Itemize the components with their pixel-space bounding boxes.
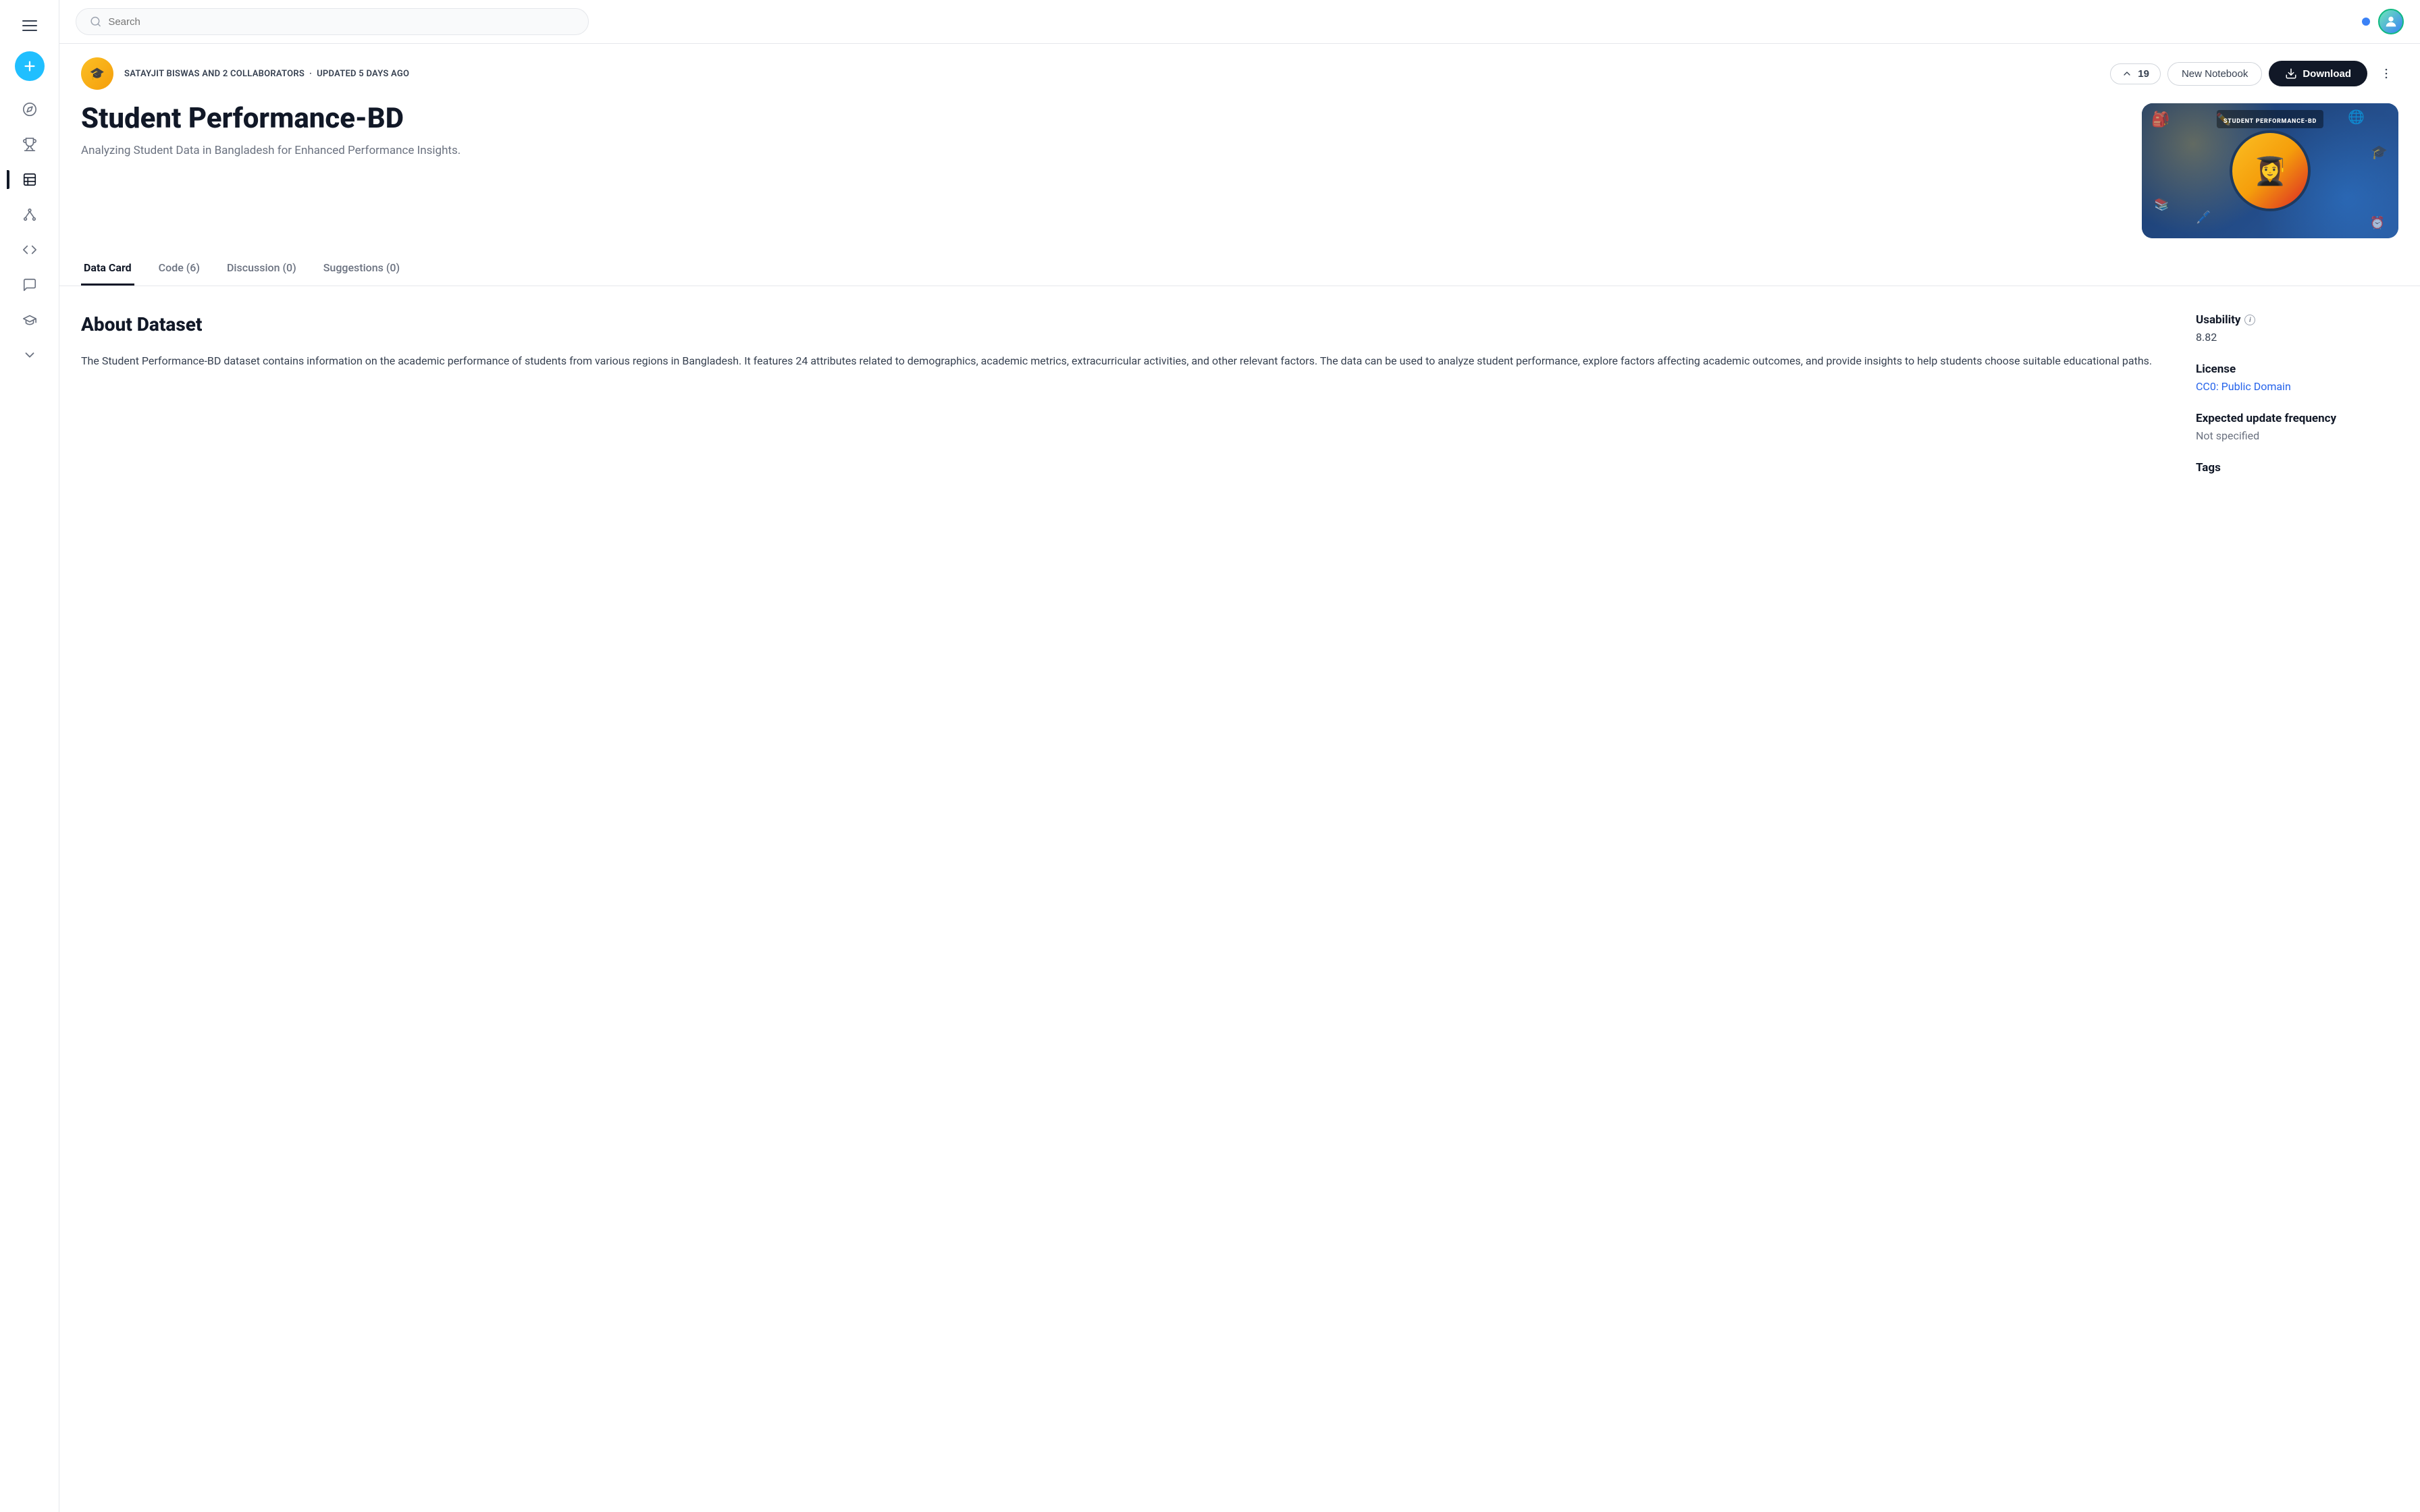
tags-section: Tags: [2196, 461, 2398, 475]
tab-suggestions[interactable]: Suggestions (0): [321, 252, 402, 286]
new-notebook-button[interactable]: New Notebook: [2167, 62, 2262, 86]
content-right: Usability i 8.82 License CC0: Public Dom…: [2196, 313, 2398, 493]
sidebar-item-competitions[interactable]: [15, 130, 45, 159]
tab-code[interactable]: Code (6): [156, 252, 203, 286]
update-frequency-section: Expected update frequency Not specified: [2196, 412, 2398, 442]
sidebar-item-models[interactable]: [15, 200, 45, 230]
download-button[interactable]: Download: [2269, 61, 2367, 86]
content-body: About Dataset The Student Performance-BD…: [59, 286, 2420, 520]
download-icon: [2285, 68, 2297, 80]
cover-photo: 👩‍🎓: [2230, 130, 2311, 211]
user-avatar[interactable]: [2378, 9, 2404, 34]
license-section: License CC0: Public Domain: [2196, 362, 2398, 393]
about-text: The Student Performance-BD dataset conta…: [81, 352, 2163, 370]
sidebar: [0, 0, 59, 1512]
about-title: About Dataset: [81, 313, 2163, 335]
main-content: 🎓 SATAYJIT BISWAS AND 2 COLLABORATORS · …: [59, 0, 2420, 1512]
upvote-icon: [2122, 68, 2132, 79]
tab-data-card[interactable]: Data Card: [81, 252, 134, 286]
hamburger-menu[interactable]: [15, 11, 45, 40]
usability-value: 8.82: [2196, 331, 2398, 344]
search-bar[interactable]: [76, 8, 589, 35]
usability-section: Usability i 8.82: [2196, 313, 2398, 344]
cover-title-overlay: STUDENT PERFORMANCE-BD: [2217, 110, 2323, 128]
dataset-title: Student Performance-BD: [81, 103, 2120, 134]
cover-text: STUDENT PERFORMANCE-BD: [2224, 118, 2317, 125]
sidebar-item-explore[interactable]: [15, 94, 45, 124]
vote-count: 19: [2138, 68, 2149, 80]
license-label: License: [2196, 362, 2398, 376]
hamburger-line-2: [22, 25, 37, 26]
topbar-right: [2362, 9, 2404, 34]
content-left: About Dataset The Student Performance-BD…: [81, 313, 2163, 493]
search-input[interactable]: [108, 16, 575, 28]
more-options-button[interactable]: [2374, 61, 2398, 86]
cover-bg: 🎒 ✏️ 🌐 📚 ⏰ 🎓 🖊️ STUDENT PERFORMANCE-BD 👩…: [2142, 103, 2398, 238]
usability-info-icon[interactable]: i: [2244, 315, 2255, 325]
dataset-title-left: Student Performance-BD Analyzing Student…: [81, 103, 2120, 160]
hamburger-line-1: [22, 20, 37, 22]
search-icon: [90, 16, 101, 28]
dataset-description: Analyzing Student Data in Bangladesh for…: [81, 142, 2120, 160]
tab-discussion[interactable]: Discussion (0): [224, 252, 299, 286]
tags-label: Tags: [2196, 461, 2398, 475]
dataset-cover-image: 🎒 ✏️ 🌐 📚 ⏰ 🎓 🖊️ STUDENT PERFORMANCE-BD 👩…: [2142, 103, 2398, 238]
sidebar-item-learn[interactable]: [15, 305, 45, 335]
sidebar-item-discussions[interactable]: [15, 270, 45, 300]
vote-button[interactable]: 19: [2110, 63, 2161, 84]
tabs-bar: Data Card Code (6) Discussion (0) Sugges…: [59, 252, 2420, 286]
topbar: [59, 0, 2420, 44]
dataset-header: 🎓 SATAYJIT BISWAS AND 2 COLLABORATORS · …: [59, 44, 2420, 90]
create-button[interactable]: [15, 51, 45, 81]
sidebar-item-code[interactable]: [15, 235, 45, 265]
dataset-title-section: Student Performance-BD Analyzing Student…: [59, 103, 2420, 252]
hamburger-line-3: [22, 30, 37, 31]
sidebar-item-datasets[interactable]: [15, 165, 45, 194]
usability-label: Usability i: [2196, 313, 2398, 327]
meta-text: SATAYJIT BISWAS AND 2 COLLABORATORS · UP…: [124, 69, 2099, 79]
update-frequency-value: Not specified: [2196, 429, 2398, 442]
meta-actions: 19 New Notebook Download: [2110, 61, 2398, 86]
sidebar-item-more[interactable]: [15, 340, 45, 370]
author-name: SATAYJIT BISWAS AND 2 COLLABORATORS · UP…: [124, 69, 2099, 79]
license-value[interactable]: CC0: Public Domain: [2196, 380, 2398, 393]
author-avatar: 🎓: [81, 57, 113, 90]
update-frequency-label: Expected update frequency: [2196, 412, 2398, 425]
more-dots-icon: [2379, 67, 2393, 80]
online-status-dot: [2362, 18, 2370, 26]
dataset-meta-row: 🎓 SATAYJIT BISWAS AND 2 COLLABORATORS · …: [81, 57, 2398, 90]
